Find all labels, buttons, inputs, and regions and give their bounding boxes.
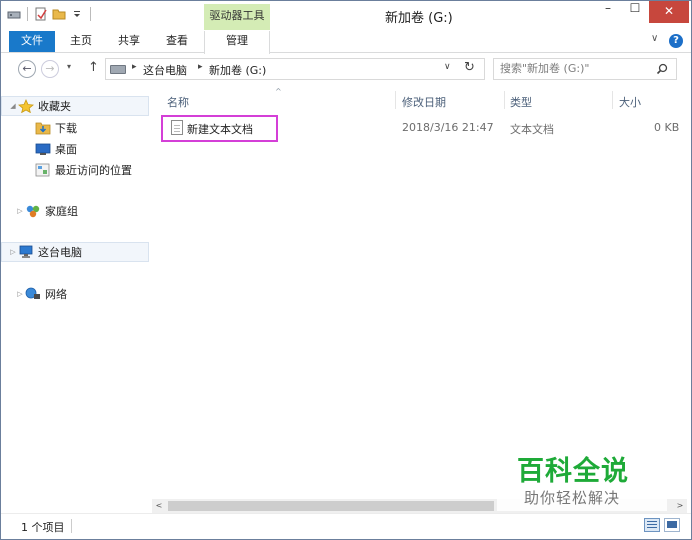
sidebar-item-label: 网络 [45,288,67,301]
sort-ascending-icon: ^ [275,87,282,96]
file-type: 文本文档 [510,123,554,136]
sidebar-item-downloads[interactable]: 下载 [1,118,149,138]
forward-button[interactable]: → [41,60,59,78]
customize-toolbar-icon[interactable] [70,7,84,21]
drive-tools-contextual-tab: 驱动器工具 [204,4,270,30]
text-file-icon [171,120,183,135]
network-icon [25,287,41,301]
watermark: 百科全说 助你轻松解决 [497,441,667,511]
column-header-name[interactable]: 名称 [167,94,189,110]
sidebar-item-label: 最近访问的位置 [55,164,132,177]
watermark-title: 百科全说 [517,456,629,487]
ribbon-tabs: 文件 主页 共享 查看 管理 ∨ ? [1,31,691,54]
tab-file[interactable]: 文件 [9,31,55,52]
sidebar-item-this-pc[interactable]: ▷ 这台电脑 [1,242,149,262]
drive-icon [110,65,126,74]
drive-icon[interactable] [7,7,21,21]
file-modified: 2018/3/16 21:47 [402,121,494,134]
minimize-button[interactable]: – [594,1,622,23]
status-bar: 1 个项目 [1,513,691,539]
sidebar-item-network[interactable]: ▷ 网络 [1,284,149,304]
toolbar-divider [27,7,28,21]
up-button[interactable]: ↑ [88,60,99,75]
table-row[interactable]: 新建文本文档 2018/3/16 21:47 文本文档 0 KB [158,115,688,142]
back-button[interactable]: ← [18,60,36,78]
sidebar-item-label: 这台电脑 [38,246,82,259]
expand-arrow-icon[interactable]: ▷ [15,207,25,215]
recent-places-icon [35,163,51,177]
star-icon [18,99,34,114]
recent-locations-icon[interactable]: ▾ [67,62,71,71]
sidebar-item-label: 收藏夹 [38,100,71,113]
quick-access-toolbar [7,7,93,21]
computer-icon [18,245,34,259]
download-folder-icon [35,121,51,135]
column-header-modified[interactable]: 修改日期 [402,94,446,110]
window-title: 新加卷 (G:) [385,11,453,26]
search-box[interactable] [493,58,677,80]
column-divider[interactable] [612,91,613,109]
scroll-left-button[interactable]: < [152,499,166,513]
scrollbar-thumb[interactable] [168,501,494,511]
tab-home[interactable]: 主页 [61,31,101,53]
sidebar-item-favorites[interactable]: ◢ 收藏夹 [1,96,149,116]
sidebar-item-desktop[interactable]: 桌面 [1,139,149,159]
expand-arrow-icon[interactable]: ▷ [15,290,25,298]
address-row: ← → ▾ ↑ ▸ 这台电脑 ▸ 新加卷 (G:) ∨ ↻ [1,54,691,84]
item-count: 1 个项目 [21,521,65,534]
details-view-icon [647,521,657,528]
tab-view[interactable]: 查看 [157,31,197,53]
large-icons-view-icon [667,521,677,528]
desktop-icon [35,142,51,156]
expand-arrow-icon[interactable]: ▷ [8,248,18,256]
homegroup-icon [25,204,41,218]
sidebar-item-label: 桌面 [55,143,77,156]
chevron-right-icon[interactable]: ▸ [132,62,137,72]
chevron-down-icon[interactable]: ∨ [444,62,451,72]
navigation-pane: ◢ 收藏夹 下载 桌面 最近访问的位置 ▷ 家庭组 ▷ 这台电脑 ▷ 网络 [1,87,151,509]
watermark-subtitle: 助你轻松解决 [524,489,621,507]
search-input[interactable] [500,62,650,75]
title-bar: 驱动器工具 新加卷 (G:) – ☐ ✕ [1,1,691,31]
sidebar-item-recent-places[interactable]: 最近访问的位置 [1,160,149,180]
chevron-right-icon[interactable]: ▸ [198,62,203,72]
toolbar-divider [90,7,91,21]
maximize-button[interactable]: ☐ [622,1,648,23]
large-icons-view-button[interactable] [664,518,680,532]
sidebar-item-label: 家庭组 [45,205,78,218]
breadcrumb-this-pc[interactable]: 这台电脑 [143,62,187,78]
column-divider[interactable] [395,91,396,109]
properties-icon[interactable] [34,7,48,21]
tab-manage[interactable]: 管理 [204,31,270,54]
explorer-window: 驱动器工具 新加卷 (G:) – ☐ ✕ 文件 主页 共享 查看 管理 ∨ ? … [0,0,692,540]
expand-arrow-icon[interactable]: ◢ [8,102,18,110]
file-name[interactable]: 新建文本文档 [187,121,253,137]
close-button[interactable]: ✕ [649,1,689,23]
column-header-size[interactable]: 大小 [619,94,641,110]
search-icon[interactable] [656,63,668,75]
file-size: 0 KB [654,121,680,134]
help-icon[interactable]: ? [669,34,683,48]
column-header-type[interactable]: 类型 [510,94,532,110]
sidebar-item-label: 下载 [55,122,77,135]
column-divider[interactable] [504,91,505,109]
scroll-right-button[interactable]: > [673,499,687,513]
breadcrumb-drive[interactable]: 新加卷 (G:) [209,62,266,78]
status-divider [71,519,72,533]
details-view-button[interactable] [644,518,660,532]
new-folder-icon[interactable] [52,7,66,21]
tab-share[interactable]: 共享 [109,31,149,53]
sidebar-item-homegroup[interactable]: ▷ 家庭组 [1,201,149,221]
expand-ribbon-icon[interactable]: ∨ [651,33,665,44]
file-list: ^ 名称 修改日期 类型 大小 新建文本文档 2018/3/16 21:47 文… [154,87,689,499]
refresh-icon[interactable]: ↻ [464,60,475,75]
address-bar[interactable]: ▸ 这台电脑 ▸ 新加卷 (G:) ∨ ↻ [105,58,485,80]
